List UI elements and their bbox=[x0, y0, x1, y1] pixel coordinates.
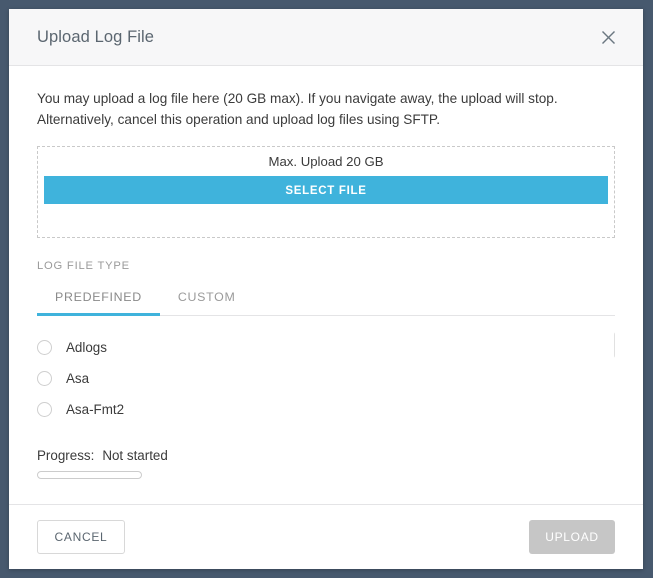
progress-status: Not started bbox=[102, 448, 168, 463]
list-item-label: Asa-Fmt2 bbox=[66, 402, 125, 417]
log-file-type-list: Adlogs Asa Asa-Fmt2 bbox=[37, 316, 615, 442]
list-item-label: Asa bbox=[66, 371, 90, 386]
progress-section: Progress: Not started bbox=[37, 448, 615, 479]
dialog-footer: CANCEL UPLOAD bbox=[9, 504, 643, 569]
tab-predefined[interactable]: PREDEFINED bbox=[37, 286, 160, 316]
list-item[interactable]: Asa bbox=[37, 363, 615, 394]
radio-icon[interactable] bbox=[37, 402, 52, 417]
progress-label: Progress: bbox=[37, 448, 95, 463]
log-file-type-label: LOG FILE TYPE bbox=[37, 260, 130, 272]
progress-status-row: Progress: Not started bbox=[37, 448, 615, 463]
cancel-button[interactable]: CANCEL bbox=[37, 520, 125, 554]
dialog-header: Upload Log File bbox=[9, 9, 643, 66]
list-scrollbar[interactable] bbox=[614, 332, 615, 358]
select-file-button[interactable]: SELECT FILE bbox=[44, 176, 608, 204]
progress-bar bbox=[37, 471, 142, 479]
description-line-2: Alternatively, cancel this operation and… bbox=[37, 112, 441, 127]
radio-icon[interactable] bbox=[37, 340, 52, 355]
upload-log-file-dialog: Upload Log File You may upload a log fil… bbox=[9, 9, 643, 569]
description-line-1: You may upload a log file here (20 GB ma… bbox=[37, 91, 558, 106]
file-dropzone[interactable]: Max. Upload 20 GB SELECT FILE bbox=[37, 146, 615, 238]
list-item-label: Adlogs bbox=[66, 340, 107, 355]
list-item[interactable]: Adlogs bbox=[37, 332, 615, 363]
radio-icon[interactable] bbox=[37, 371, 52, 386]
tab-custom[interactable]: CUSTOM bbox=[160, 286, 254, 316]
log-file-type-tabs: PREDEFINED CUSTOM bbox=[37, 286, 615, 316]
upload-button[interactable]: UPLOAD bbox=[529, 520, 615, 554]
close-icon[interactable] bbox=[593, 22, 623, 52]
dialog-description: You may upload a log file here (20 GB ma… bbox=[37, 88, 597, 130]
list-item[interactable]: Asa-Fmt2 bbox=[37, 394, 615, 425]
dialog-body: You may upload a log file here (20 GB ma… bbox=[9, 66, 643, 504]
max-upload-label: Max. Upload 20 GB bbox=[268, 154, 384, 169]
dialog-title: Upload Log File bbox=[37, 27, 155, 46]
